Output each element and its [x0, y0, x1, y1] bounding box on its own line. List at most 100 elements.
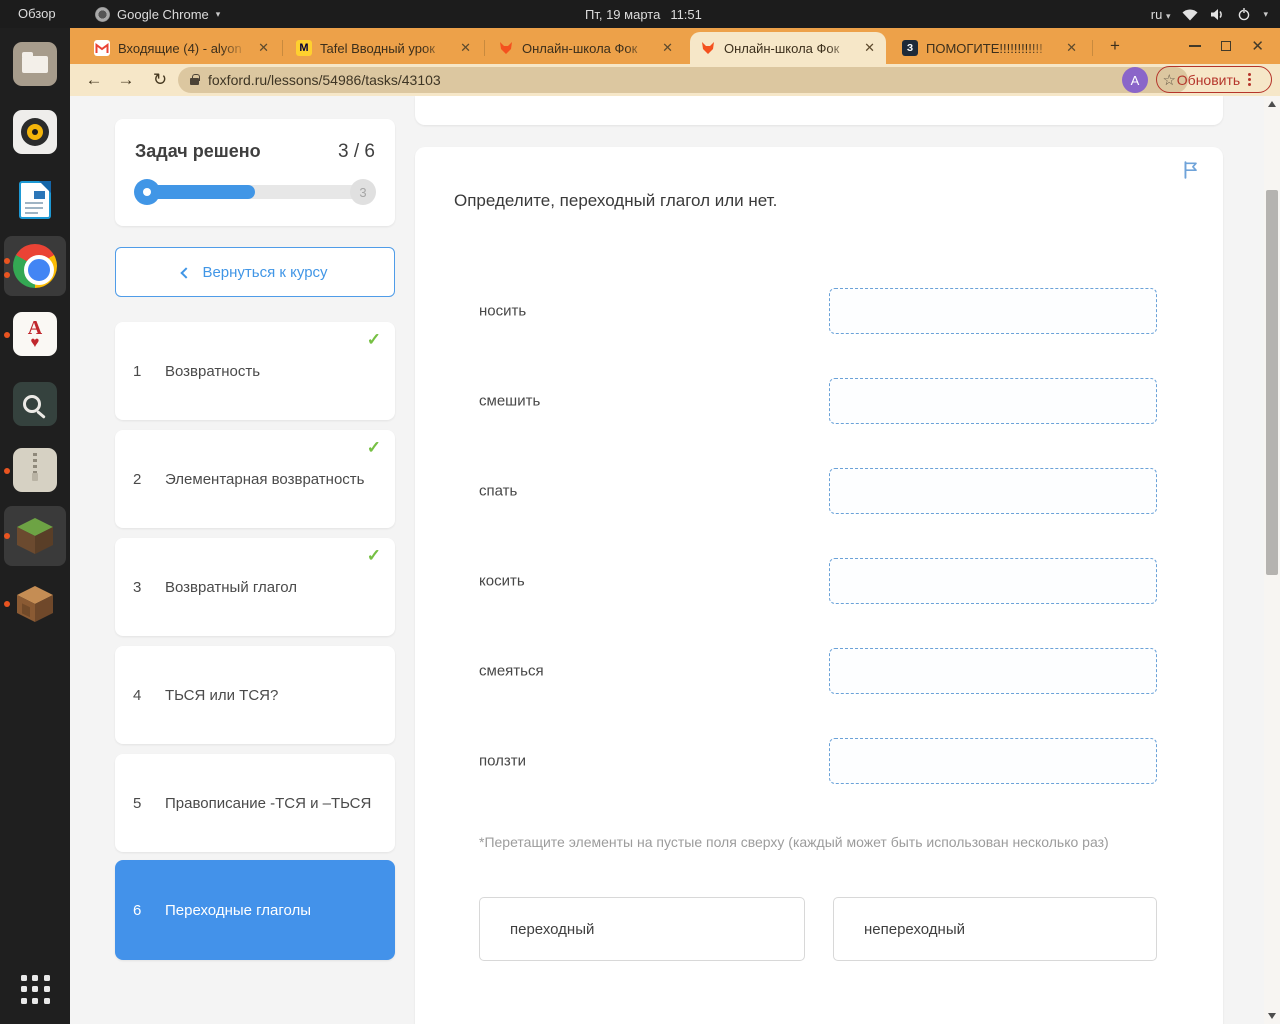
tafel-icon: M [296, 40, 312, 56]
foxford-fox-icon [700, 40, 716, 56]
running-indicator-dot [4, 272, 10, 278]
lesson-number: 6 [133, 901, 142, 919]
url-text[interactable]: foxford.ru/lessons/54986/tasks/43103 [208, 72, 1154, 88]
lesson-title: Переходные глаголы [165, 901, 312, 919]
close-tab-icon[interactable]: ✕ [1063, 40, 1080, 56]
lesson-item-5[interactable]: 5 Правописание -ТСЯ и –ТЬСЯ [115, 754, 395, 852]
activities-button[interactable]: Обзор [18, 0, 56, 28]
date-label: Пт, 19 марта [585, 6, 661, 22]
tab-tafel[interactable]: M Tafel Вводный урок ✕ [286, 32, 482, 64]
verb-label: спать [479, 482, 518, 500]
system-top-bar: Обзор Google Chrome ▾ Пт, 19 марта 11:51… [0, 0, 1280, 28]
verb-label: смешить [479, 392, 541, 410]
running-indicator-dot [4, 468, 10, 474]
new-tab-button[interactable]: + [1106, 37, 1124, 55]
app-menu[interactable]: Google Chrome ▾ [95, 0, 220, 28]
dock-libreoffice-icon[interactable] [13, 178, 57, 222]
task-row: спать [415, 468, 1223, 514]
drop-zone[interactable] [829, 378, 1157, 424]
forward-icon[interactable]: → [114, 68, 138, 92]
draggable-option-transitive[interactable]: переходный [479, 897, 805, 961]
dock-solitaire-icon[interactable]: A ♥ [13, 312, 57, 356]
drop-zone[interactable] [829, 468, 1157, 514]
dock-chrome-icon[interactable] [13, 244, 57, 288]
menu-dots-icon[interactable] [1248, 78, 1252, 81]
speaker-icon [21, 118, 49, 146]
dock-files-icon[interactable] [13, 42, 57, 86]
previous-card-edge [415, 96, 1223, 125]
progress-end-badge: 3 [350, 179, 376, 205]
close-tab-icon[interactable]: ✕ [659, 40, 676, 56]
drop-zone[interactable] [829, 648, 1157, 694]
scroll-down-icon[interactable] [1268, 1013, 1276, 1019]
dock-archive-icon[interactable] [13, 448, 57, 492]
status-tray[interactable]: ru ▾ ▾ [1151, 0, 1268, 28]
back-to-course-label: Вернуться к курсу [202, 263, 328, 281]
lesson-number: 1 [133, 362, 142, 380]
drop-zone[interactable] [829, 558, 1157, 604]
chrome-logo-icon [13, 244, 57, 288]
reload-icon[interactable]: ↻ [148, 68, 172, 92]
progress-handle[interactable] [134, 179, 160, 205]
minimize-icon[interactable] [1189, 45, 1202, 47]
lesson-item-2[interactable]: 2 Элементарная возвратность ✓ [115, 430, 395, 528]
chevron-down-icon: ▾ [1263, 8, 1268, 19]
tab-separator [1092, 40, 1093, 56]
dock-screenshot-icon[interactable] [13, 382, 57, 426]
progress-count: 3 / 6 [338, 141, 375, 162]
folder-icon [22, 52, 48, 73]
dock-rhythmbox-icon[interactable] [13, 110, 57, 154]
verb-label: смеяться [479, 662, 544, 680]
show-applications-button[interactable] [21, 975, 51, 1005]
keyboard-layout-indicator[interactable]: ru ▾ [1151, 7, 1171, 22]
lesson-title: Правописание -ТСЯ и –ТЬСЯ [165, 794, 372, 812]
check-icon: ✓ [366, 546, 381, 565]
back-icon[interactable]: ← [82, 68, 106, 92]
chrome-update-button[interactable]: Обновить [1156, 66, 1272, 93]
heart-icon: ♥ [30, 334, 40, 351]
crafting-table-icon [17, 566, 53, 622]
tab-bar: Входящие (4) - alyon ✕ M Tafel Вводный у… [70, 28, 1280, 64]
close-tab-icon[interactable]: ✕ [861, 40, 878, 56]
lesson-number: 3 [133, 578, 142, 596]
magnifier-icon [23, 395, 41, 413]
report-flag-icon[interactable] [1181, 160, 1201, 180]
task-row: смешить [415, 378, 1223, 424]
lesson-title: Возвратный глагол [165, 578, 298, 596]
tab-title: Входящие (4) - alyon [118, 40, 242, 56]
dock-crafting-table-icon[interactable] [13, 566, 57, 626]
close-tab-icon[interactable]: ✕ [457, 40, 474, 56]
profile-avatar[interactable]: A [1122, 67, 1148, 93]
tab-foxford-1[interactable]: Онлайн-школа Фок ✕ [488, 32, 684, 64]
tab-foxford-2-active[interactable]: Онлайн-школа Фок ✕ [690, 32, 886, 64]
lesson-item-1[interactable]: 1 Возвратность ✓ [115, 322, 395, 420]
clock[interactable]: Пт, 19 марта 11:51 [585, 0, 702, 28]
tab-znanija[interactable]: З ПОМОГИТЕ!!!!!!!!!!!! ✕ [892, 32, 1088, 64]
close-tab-icon[interactable]: ✕ [255, 40, 272, 56]
lock-icon[interactable] [190, 74, 200, 85]
back-to-course-button[interactable]: Вернуться к курсу [115, 247, 395, 297]
dock-minecraft-icon[interactable] [13, 514, 57, 558]
running-indicator-dot [4, 533, 10, 539]
lesson-item-6-active[interactable]: 6 Переходные глаголы [115, 860, 395, 960]
page-scrollbar[interactable] [1264, 96, 1280, 1024]
task-row: смеяться [415, 648, 1223, 694]
scrollbar-thumb[interactable] [1266, 190, 1278, 575]
verb-label: косить [479, 572, 525, 590]
lesson-title: Элементарная возвратность [165, 470, 365, 488]
drop-zone[interactable] [829, 288, 1157, 334]
scroll-up-icon[interactable] [1268, 101, 1276, 107]
drop-zone[interactable] [829, 738, 1157, 784]
close-window-icon[interactable]: ✕ [1251, 39, 1264, 54]
tab-gmail[interactable]: Входящие (4) - alyon ✕ [84, 32, 280, 64]
draggable-option-intransitive[interactable]: непереходный [833, 897, 1157, 961]
running-indicator-dot [4, 601, 10, 607]
tab-title: ПОМОГИТЕ!!!!!!!!!!!! [926, 40, 1043, 56]
restore-icon[interactable] [1221, 41, 1232, 51]
lesson-item-3[interactable]: 3 Возвратный глагол ✓ [115, 538, 395, 636]
address-bar[interactable]: foxford.ru/lessons/54986/tasks/43103 ☆ [178, 67, 1188, 93]
chrome-mini-icon [95, 6, 110, 22]
task-title: Определите, переходный глагол или нет. [454, 191, 778, 210]
verb-label: ползти [479, 752, 527, 770]
lesson-item-4[interactable]: 4 ТЬСЯ или ТСЯ? [115, 646, 395, 744]
